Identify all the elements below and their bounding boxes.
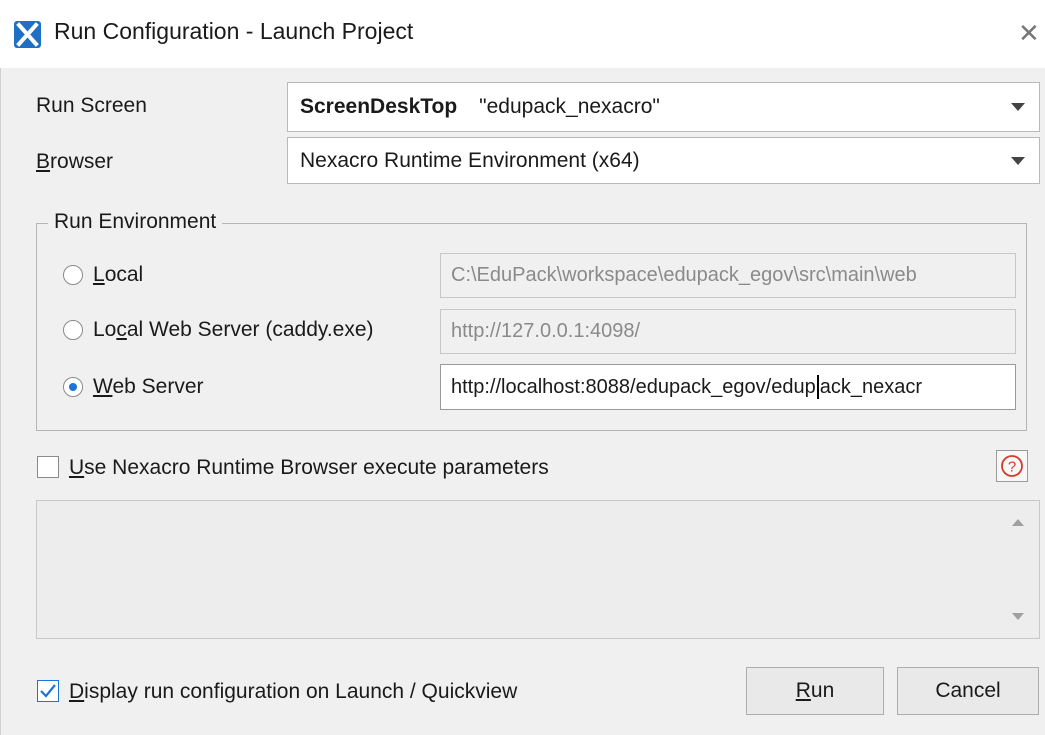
run-screen-label: Run Screen — [36, 94, 147, 117]
chevron-down-icon[interactable] — [1011, 103, 1025, 111]
title-bar: Run Configuration - Launch Project ✕ — [0, 0, 1045, 68]
web-server-radio[interactable] — [63, 377, 83, 397]
execute-params-label[interactable]: Use Nexacro Runtime Browser execute para… — [69, 456, 549, 480]
display-config-label[interactable]: Display run configuration on Launch / Qu… — [69, 680, 517, 704]
execute-params-checkbox[interactable] — [37, 456, 59, 478]
local-web-server-url-field: http://127.0.0.1:4098/ — [440, 309, 1016, 354]
display-config-checkbox[interactable] — [37, 680, 59, 702]
browser-value: Nexacro Runtime Environment (x64) — [300, 148, 640, 172]
run-screen-combo[interactable]: ScreenDeskTop "edupack_nexacro" — [287, 82, 1040, 132]
web-server-url-input[interactable]: http://localhost:8088/edupack_egov/edup a… — [440, 364, 1016, 410]
local-label[interactable]: Local — [93, 263, 143, 287]
run-screen-name: ScreenDeskTop — [300, 95, 458, 118]
local-path-field: C:\EduPack\workspace\edupack_egov\src\ma… — [440, 253, 1016, 298]
execute-params-textarea[interactable] — [36, 500, 1040, 639]
local-radio[interactable] — [63, 265, 83, 285]
scroll-up-icon[interactable] — [1012, 519, 1024, 526]
checkmark-icon — [40, 684, 56, 698]
browser-label: Browser — [36, 150, 114, 173]
run-environment-legend: Run Environment — [48, 210, 223, 234]
question-circle-icon: ? — [1001, 455, 1023, 477]
nexacro-x-icon — [14, 21, 41, 48]
run-screen-value: "edupack_nexacro" — [479, 95, 660, 118]
run-button[interactable]: Run — [746, 667, 884, 715]
scroll-down-icon[interactable] — [1012, 613, 1024, 620]
help-button[interactable]: ? — [996, 450, 1028, 482]
cancel-button[interactable]: Cancel — [897, 667, 1039, 715]
close-icon[interactable]: ✕ — [1018, 18, 1045, 48]
local-web-server-radio[interactable] — [63, 320, 83, 340]
text-caret — [816, 375, 819, 399]
svg-text:?: ? — [1008, 459, 1016, 476]
chevron-down-icon[interactable] — [1011, 156, 1025, 165]
web-server-label[interactable]: Web Server — [93, 375, 204, 399]
local-web-server-label[interactable]: Local Web Server (caddy.exe) — [93, 318, 374, 342]
window-title: Run Configuration - Launch Project — [54, 18, 414, 44]
browser-combo[interactable]: Nexacro Runtime Environment (x64) — [287, 137, 1040, 184]
